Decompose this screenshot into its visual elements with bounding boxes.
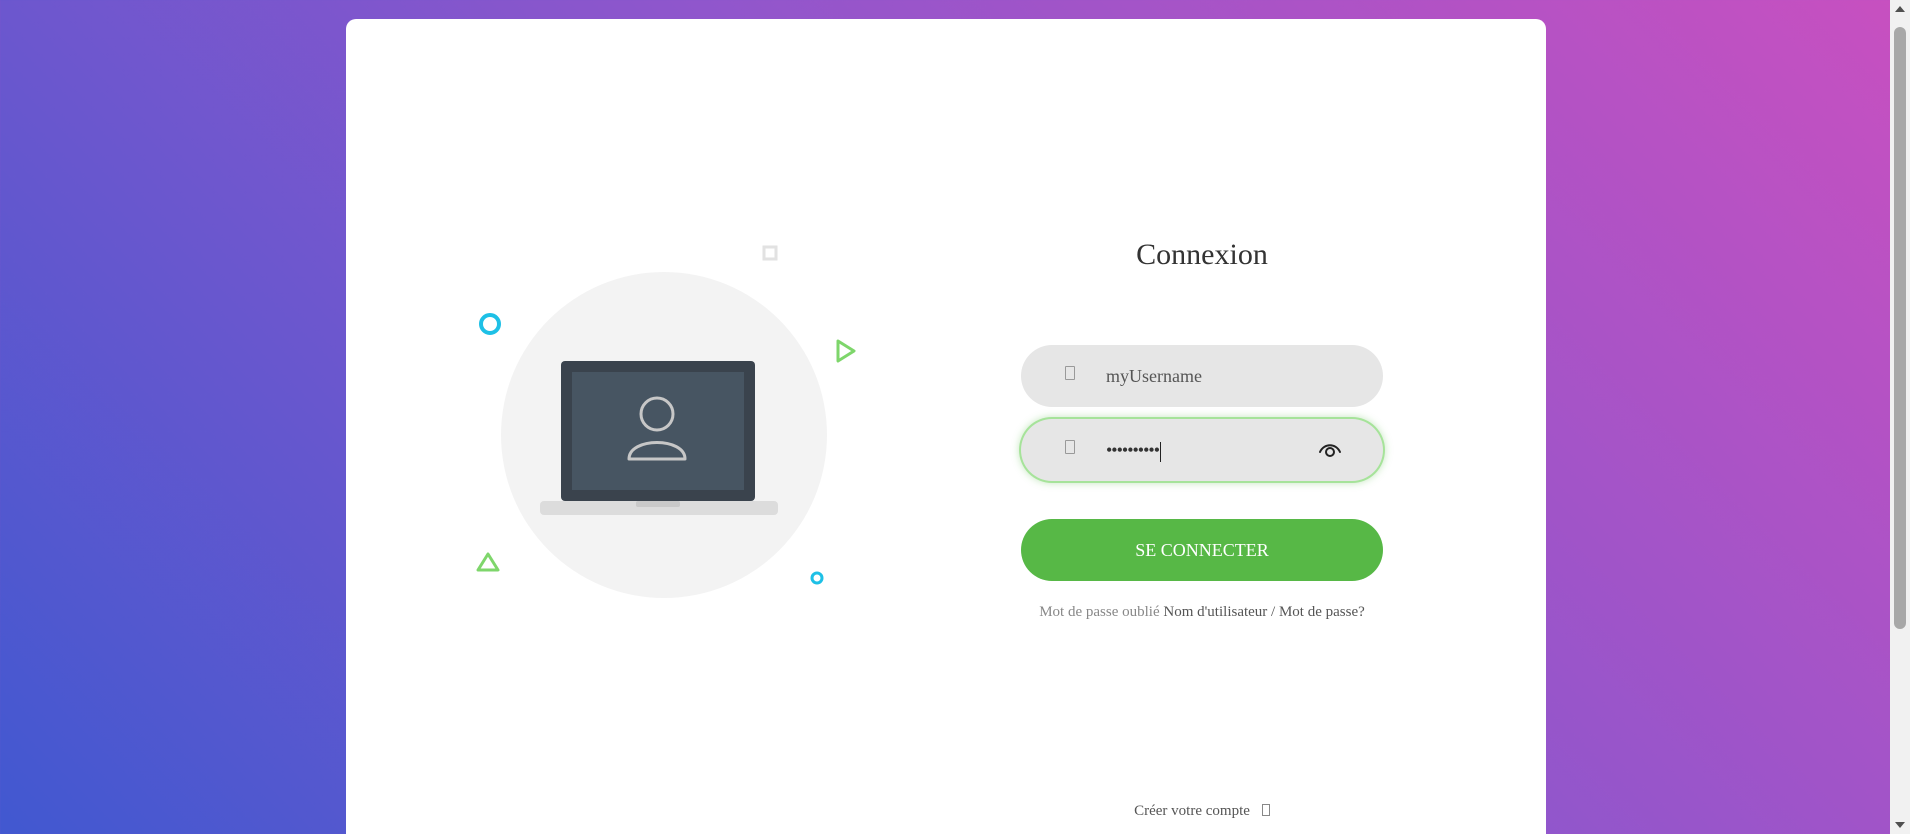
- scrollbar-thumb[interactable]: [1894, 27, 1906, 629]
- page-title: Connexion: [1136, 238, 1268, 271]
- login-button[interactable]: SE CONNECTER: [1021, 519, 1383, 581]
- password-mask: ••••••••••: [1106, 440, 1160, 460]
- username-value[interactable]: myUsername: [1106, 345, 1202, 407]
- login-form: Connexion myUsername •••••••••• SE CONNE…: [1021, 19, 1383, 834]
- create-account-link[interactable]: Créer votre compte: [1021, 803, 1383, 820]
- forgot-link[interactable]: Nom d'utilisateur / Mot de passe?: [1163, 604, 1364, 620]
- lock-icon: [1065, 440, 1075, 454]
- scroll-up-arrow-icon[interactable]: [1895, 6, 1905, 12]
- create-account-label: Créer votre compte: [1134, 803, 1250, 819]
- forgot-credentials: Mot de passe oublié Nom d'utilisateur / …: [1021, 604, 1383, 621]
- text-caret: [1160, 441, 1162, 462]
- scroll-down-arrow-icon[interactable]: [1895, 822, 1905, 828]
- username-field[interactable]: myUsername: [1021, 345, 1383, 407]
- login-illustration: [346, 19, 946, 834]
- password-value[interactable]: ••••••••••: [1106, 419, 1162, 481]
- password-field[interactable]: ••••••••••: [1021, 419, 1383, 481]
- login-card: Connexion myUsername •••••••••• SE CONNE…: [346, 19, 1546, 834]
- eye-icon[interactable]: [1317, 439, 1343, 461]
- arrow-right-icon: [1261, 804, 1270, 816]
- page-scrollbar[interactable]: [1890, 0, 1910, 834]
- forgot-prefix: Mot de passe oublié: [1039, 604, 1160, 620]
- envelope-icon: [1065, 366, 1075, 380]
- user-laptop-icon: [476, 245, 856, 598]
